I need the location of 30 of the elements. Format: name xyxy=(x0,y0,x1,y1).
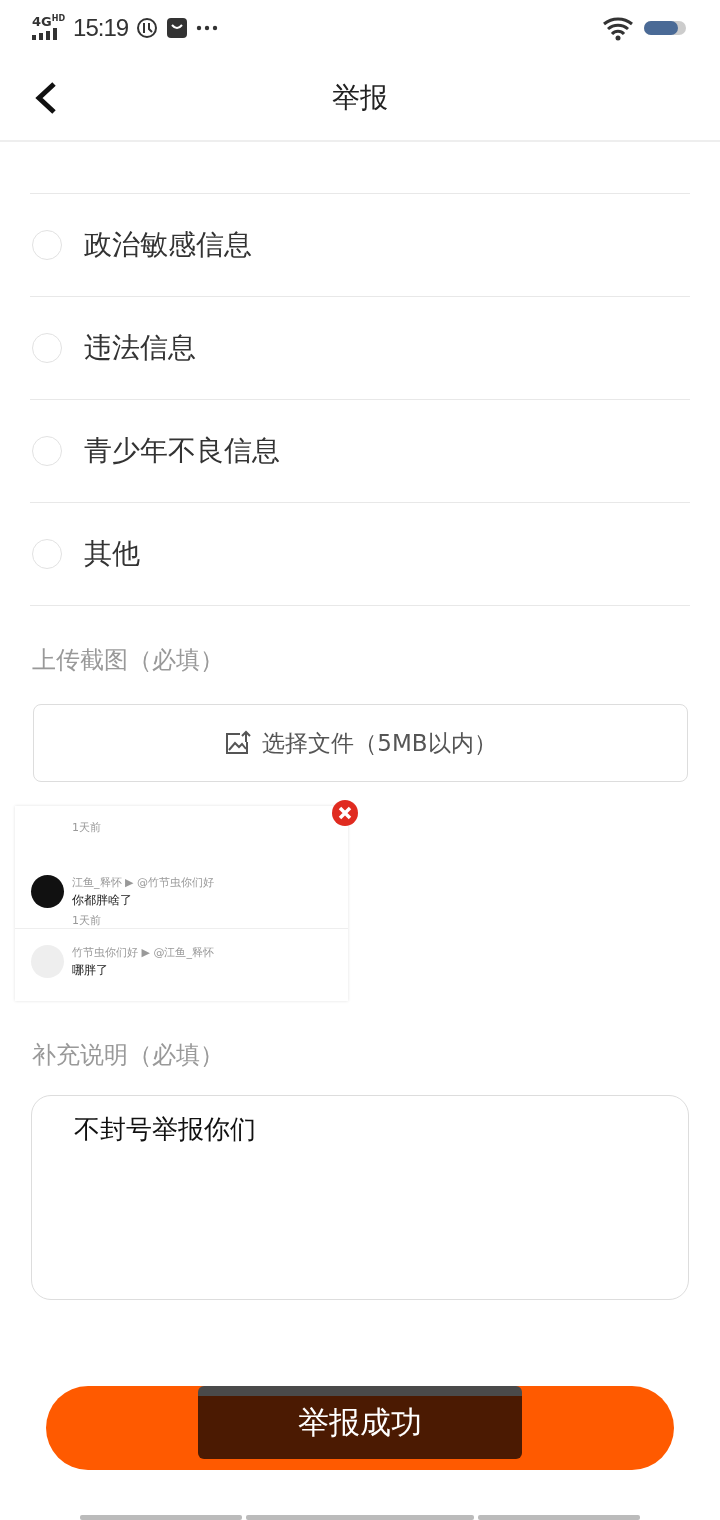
page-title: 举报 xyxy=(332,79,388,116)
comment-text: 你都胖啥了 xyxy=(72,892,133,909)
close-icon[interactable] xyxy=(332,800,358,826)
more-icon xyxy=(196,24,219,31)
comment-time: 1天前 xyxy=(72,913,102,928)
note-field[interactable]: 不封号举报你们 xyxy=(31,1095,689,1300)
radio-button[interactable] xyxy=(32,436,62,466)
image-upload-icon xyxy=(224,730,253,756)
comment-time: 1天前 xyxy=(72,820,101,835)
option-label: 政治敏感信息 xyxy=(84,227,252,263)
bag-icon xyxy=(166,16,189,39)
comment-meta: 江鱼_释怀 ▶ @竹节虫你们好 xyxy=(72,875,214,890)
radio-button[interactable] xyxy=(32,333,62,363)
status-time: 15:19 xyxy=(73,13,129,42)
choose-file-button[interactable]: 选择文件（5MB以内） xyxy=(33,704,688,782)
success-toast: 举报成功 xyxy=(198,1386,522,1459)
section-label: 上传截图（必填） xyxy=(31,645,225,676)
radio-button[interactable] xyxy=(32,230,62,260)
comment-text: 哪胖了 xyxy=(72,962,109,979)
battery-icon xyxy=(644,19,686,36)
network-label: 4G$^{HD}$ xyxy=(32,14,66,29)
comment-meta: 竹节虫你们好 ▶ @江鱼_释怀 xyxy=(72,945,214,960)
radio-button[interactable] xyxy=(32,539,62,569)
avatar xyxy=(31,875,64,908)
option-label: 违法信息 xyxy=(84,330,196,366)
back-icon[interactable] xyxy=(34,81,58,115)
section-label: 补充说明（必填） xyxy=(31,1040,225,1071)
option-label: 青少年不良信息 xyxy=(84,433,280,469)
circle-icon xyxy=(136,16,159,39)
option-label: 其他 xyxy=(84,536,140,572)
